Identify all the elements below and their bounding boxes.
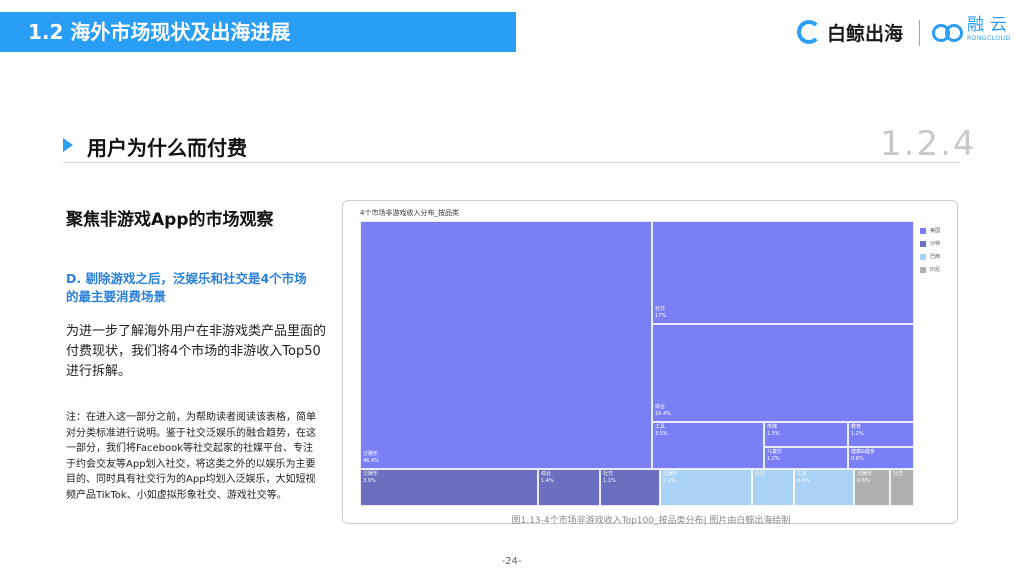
treemap-cell: 社交 <box>752 469 794 506</box>
treemap-cell: 教育 1.2% <box>848 422 914 447</box>
treemap-cell-label: 社交 <box>603 471 614 477</box>
treemap-cell-label: 儿童乐 <box>767 449 783 455</box>
legend-swatch <box>920 266 926 273</box>
rongcloud-logo: 融云 RONGCLOUD <box>932 17 1013 42</box>
legend-item: 巴西 <box>920 250 940 263</box>
treemap-cell: 综合 16.4% <box>652 324 914 422</box>
section-number: 1.2.4 <box>880 124 977 164</box>
treemap-cell: 综合 1.4% <box>538 469 600 506</box>
treemap-cell-value: 1.5% <box>767 431 780 437</box>
page-header-banner: 1.2 海外市场现状及出海进展 <box>0 12 516 52</box>
treemap-cell-value: 3.9% <box>363 478 376 484</box>
treemap-cell: 社交 <box>890 469 914 506</box>
logo-divider <box>919 20 920 46</box>
treemap-cell-spacer <box>655 223 911 306</box>
legend-swatch <box>920 227 926 234</box>
section-title: 用户为什么而付费 <box>87 136 247 160</box>
rongcloud-logo-icon <box>932 22 963 42</box>
treemap-cell-label: 综合 <box>655 404 666 410</box>
treemap-cell: 健康&健身 0.8% <box>848 447 914 469</box>
treemap-cell-label: 健康&健身 <box>851 449 875 455</box>
treemap-cell-value: 0.8% <box>851 456 864 462</box>
legend-item: 印尼 <box>920 263 940 276</box>
treemap-cell-label: 社交 <box>655 306 666 312</box>
treemap-cell: 儿童乐 1.2% <box>764 447 848 469</box>
baijing-logo-icon <box>797 20 821 44</box>
left-note: 注：在进入这一部分之前，为帮助读者阅读该表格，简单对分类标准进行说明。鉴于社交泛… <box>66 412 316 501</box>
treemap-cell-value: 17% <box>655 313 667 319</box>
page-number: -24- <box>501 556 522 567</box>
treemap-cell-label: 工具 <box>797 471 808 477</box>
chart-title: 4个市场非游戏收入分布_按品类 <box>360 209 459 217</box>
treemap-cell: 社交 17% <box>652 221 914 324</box>
treemap-cell: 泛娱乐 46.4% <box>360 221 652 469</box>
treemap-cell: 工具 0.4% <box>794 469 854 506</box>
legend-swatch <box>920 253 926 260</box>
treemap-cell: 泛娱乐 2.1% <box>660 469 752 506</box>
baijing-logo: 白鲸出海 <box>797 18 903 46</box>
treemap-cell-value: 2.1% <box>663 478 676 484</box>
rongcloud-logo-subtext: RONGCLOUD <box>967 35 1011 42</box>
treemap-cell-value: 16.4% <box>655 411 671 417</box>
treemap-cell-label: 泛娱乐 <box>663 471 679 477</box>
treemap-cell-value: 0.4% <box>797 478 810 484</box>
treemap-cell: 泛娱乐 0.6% <box>854 469 890 506</box>
treemap-cell-label: 泛娱乐 <box>363 471 379 477</box>
legend-label: 印尼 <box>930 267 941 273</box>
section-divider <box>63 162 960 163</box>
treemap-cell: 社交 1.1% <box>600 469 660 506</box>
treemap-cell-label: 泛娱乐 <box>857 471 873 477</box>
left-subheading: D. 剔除游戏之后，泛娱乐和社交是4个市场的最主要消费场景 <box>66 271 307 304</box>
treemap-cell-value: 1.4% <box>541 478 554 484</box>
treemap-cell: 泛娱乐 3.9% <box>360 469 538 506</box>
treemap-chart: 泛娱乐 46.4% 社交 17% 综合 16.4% 工具 3.5% 传媒 1.5% 儿童乐 1.2% 教… <box>360 221 914 506</box>
treemap-cell-label: 工具 <box>655 424 666 430</box>
left-paragraph: 为进一步了解海外用户在非游戏类产品里面的付费现状，我们将4个市场的非游收入Top… <box>66 324 327 379</box>
chart-card: 4个市场非游戏收入分布_按品类 泛娱乐 46.4% 社交 17% 综合 16.4% 工具 3.… <box>342 200 958 526</box>
rongcloud-logo-text: 融云 <box>967 15 1013 35</box>
treemap-cell-label: 社交 <box>893 471 904 477</box>
treemap-cell-label: 泛娱乐 <box>363 451 379 457</box>
treemap-cell-label: 传媒 <box>767 424 778 430</box>
legend-label: 沙特 <box>930 241 941 247</box>
baijing-logo-text: 白鲸出海 <box>827 22 904 45</box>
chart-legend: 美国 沙特 巴西 印尼 <box>920 224 940 276</box>
page-header-title: 1.2 海外市场现状及出海进展 <box>28 20 291 44</box>
section-triangle-icon <box>63 138 73 152</box>
legend-swatch <box>920 240 926 247</box>
left-heading: 聚焦非游戏App的市场观察 <box>66 210 274 230</box>
treemap-cell: 工具 3.5% <box>652 422 764 469</box>
legend-label: 美国 <box>930 228 941 234</box>
treemap-cell-value: 1.1% <box>603 478 616 484</box>
treemap-cell-value: 46.4% <box>363 458 379 464</box>
legend-item: 沙特 <box>920 237 940 250</box>
treemap-cell-label: 社交 <box>755 471 766 477</box>
treemap-cell-spacer <box>655 326 911 404</box>
treemap-cell-value: 1.2% <box>851 431 864 437</box>
treemap-cell-label: 教育 <box>851 424 862 430</box>
legend-item: 美国 <box>920 224 940 237</box>
legend-label: 巴西 <box>930 254 941 260</box>
treemap-cell-value: 3.5% <box>655 431 668 437</box>
treemap-cell-value: 1.2% <box>767 456 780 462</box>
treemap-cell: 传媒 1.5% <box>764 422 848 447</box>
chart-caption: 图1.13-4个市场非游戏收入Top100_按品类分布| 图片由白鲸出海绘制 <box>511 516 791 526</box>
treemap-cell-spacer <box>363 223 649 451</box>
treemap-cell-value: 0.6% <box>857 478 870 484</box>
treemap-cell-label: 综合 <box>541 471 552 477</box>
